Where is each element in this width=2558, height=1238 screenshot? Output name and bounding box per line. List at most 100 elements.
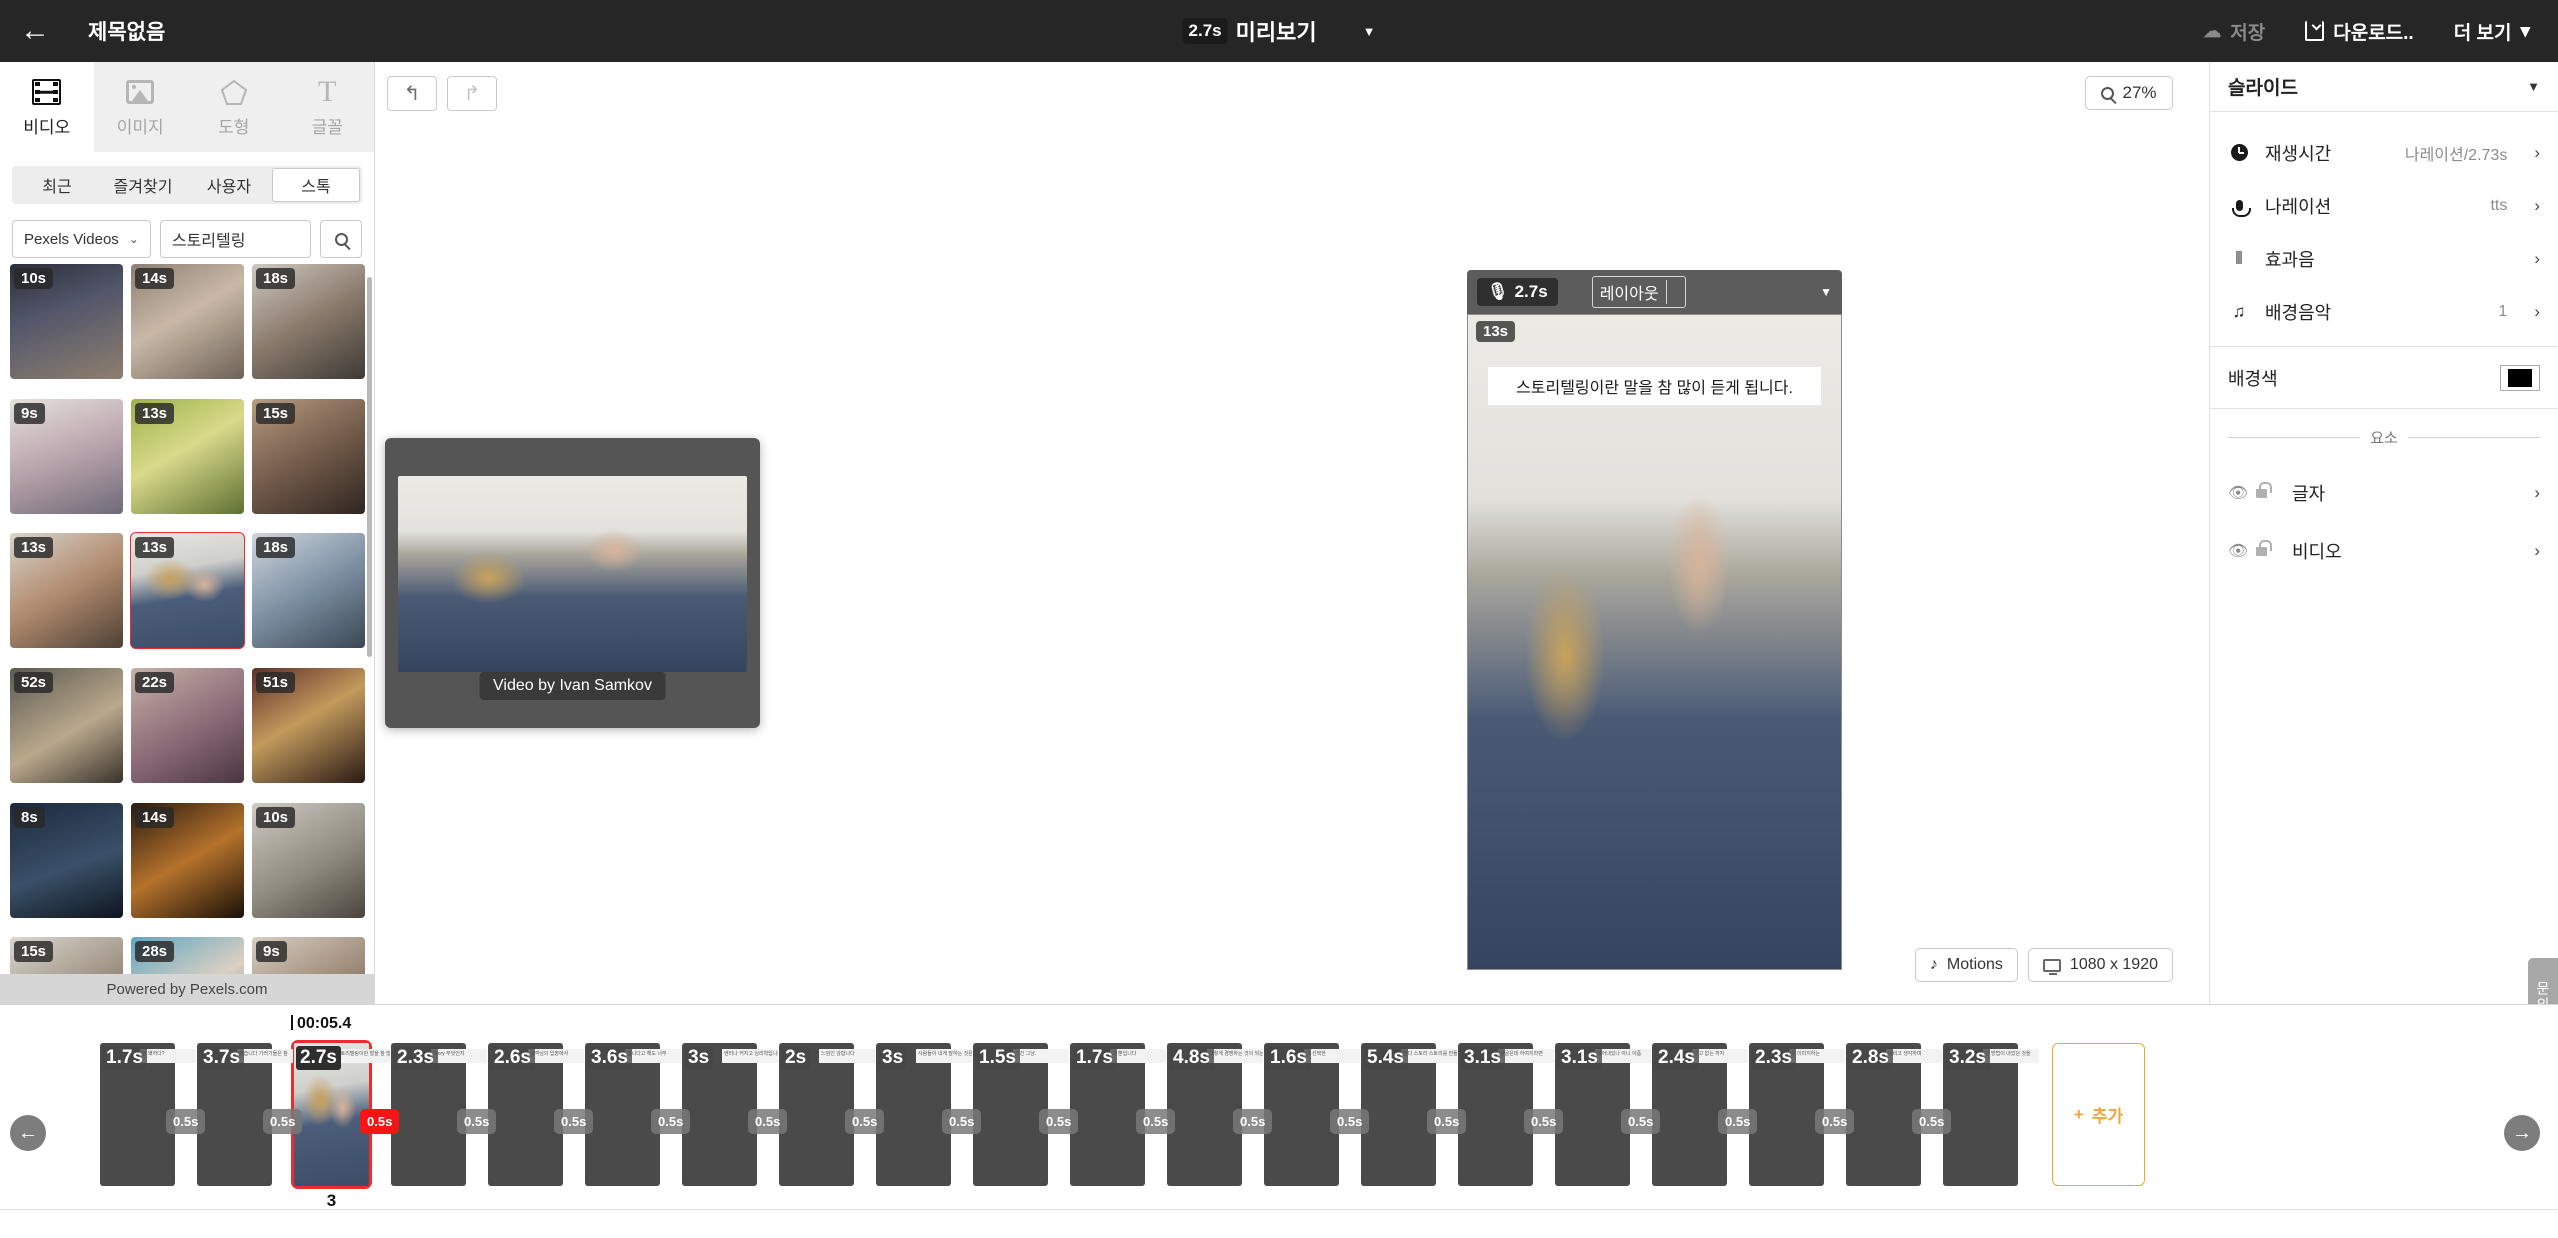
timeline-slide[interactable]: 1.7s 안 왜하다? 0.5s (100, 1043, 206, 1186)
resolution-button[interactable]: 1080 x 1920 (2027, 948, 2173, 982)
subtab-stock[interactable]: 스톡 (272, 168, 360, 202)
slide-transition-gap[interactable]: 0.5s (1233, 1109, 1273, 1134)
tab-text[interactable]: T 글꼴 (280, 62, 374, 152)
timeline-slide[interactable]: 2.6s 고객님의 입장에서 0.5s (488, 1043, 594, 1186)
properties-header[interactable]: 슬라이드 ▼ (2210, 62, 2558, 112)
stock-video-thumbnail[interactable]: 14s (131, 802, 244, 918)
row-background-music[interactable]: ♫ 배경음악 1 › (2210, 285, 2558, 338)
save-button[interactable]: ☁ 저장 (2203, 18, 2265, 45)
timeline-slide[interactable]: 2.7s스토리텔링이란 말을 참 많이 듣게 됩니다. 0.5s 3 (291, 1040, 400, 1210)
stock-video-thumbnail[interactable]: 15s (252, 398, 365, 514)
timeline-slide[interactable]: 5.4s한다 스토리 스토리를 만들었습니다. 0.5s (1361, 1043, 1467, 1186)
timeline-slide[interactable]: 2s 느낌인 강합니다 0.5s (779, 1043, 885, 1186)
slide-transition-gap[interactable]: 0.5s (1427, 1109, 1467, 1134)
timeline-prev-button[interactable]: ← (10, 1115, 46, 1151)
timeline-slide[interactable]: 3.1s 시골은데 하여지라면 0.5s (1458, 1043, 1564, 1186)
timeline-slide[interactable]: 3.6s 입니다고 해도 너무 0.5s (585, 1043, 691, 1186)
slide-transition-gap[interactable]: 0.5s (1330, 1109, 1370, 1134)
slide-transition-gap[interactable]: 0.5s (457, 1109, 497, 1134)
stock-video-thumbnail[interactable]: 18s (252, 264, 365, 379)
video-stage[interactable]: 13s 스토리텔링이란 말을 참 많이 듣게 됩니다. (1467, 314, 1842, 970)
element-text[interactable]: 👁 글자 › (2210, 464, 2558, 522)
slide-transition-gap[interactable]: 0.5s (1039, 1109, 1079, 1134)
timeline-slide[interactable]: 3.7s 했습니다 기러기들은 참 0.5s (197, 1043, 303, 1186)
stock-video-thumbnail[interactable]: 18s (252, 533, 365, 649)
slide-transition-gap[interactable]: 0.5s (845, 1109, 885, 1134)
unlock-icon[interactable] (2256, 481, 2284, 498)
slide-transition-gap[interactable]: 0.5s (1912, 1109, 1952, 1134)
element-video[interactable]: 👁 비디오 › (2210, 522, 2558, 580)
stock-video-thumbnail[interactable]: 9s (10, 398, 123, 514)
zoom-control[interactable]: 27% (2085, 76, 2173, 110)
timeline-slide[interactable]: 4.8s 그렇게 경쟁하는 것이 되는지 0.5s (1167, 1043, 1273, 1186)
stock-video-thumbnail[interactable]: 10s (10, 264, 123, 379)
redo-button[interactable]: ↱ (447, 76, 497, 111)
search-input[interactable]: 스토리텔링 (159, 220, 311, 258)
slide-transition-gap[interactable]: 0.5s (263, 1109, 303, 1134)
slide-transition-gap[interactable]: 0.5s (748, 1109, 788, 1134)
video-hover-preview[interactable]: Video by Ivan Samkov (385, 438, 760, 728)
stock-video-thumbnail[interactable]: 8s (10, 802, 123, 918)
stock-video-thumbnail[interactable]: 14s (131, 264, 244, 379)
background-color-swatch[interactable] (2500, 364, 2540, 391)
subtab-recent[interactable]: 최근 (14, 168, 100, 202)
slide-transition-gap[interactable]: 0.5s (360, 1109, 400, 1134)
stock-video-thumbnail[interactable]: 13s (130, 532, 245, 650)
slide-transition-gap[interactable]: 0.5s (1621, 1109, 1661, 1134)
subtab-favorites[interactable]: 즐겨찾기 (100, 168, 186, 202)
unlock-icon[interactable] (2256, 539, 2284, 556)
subtab-user[interactable]: 사용자 (186, 168, 272, 202)
document-title[interactable]: 제목없음 (88, 16, 165, 46)
timeline-slide[interactable]: 1.6s 그 선택한 0.5s (1264, 1043, 1370, 1186)
stock-video-thumbnail[interactable]: 51s (252, 667, 365, 783)
stage-caption-text[interactable]: 스토리텔링이란 말을 참 많이 듣게 됩니다. (1488, 367, 1821, 405)
asset-panel-scrollbar[interactable] (367, 277, 372, 657)
layout-button[interactable]: 레이아웃 (1591, 276, 1686, 308)
add-slide-button[interactable]: + 추가 (2052, 1043, 2145, 1186)
timeline-slide[interactable]: 3.1s 되어내있나 아니 아픔 0.5s (1555, 1043, 1661, 1186)
eye-icon[interactable]: 👁 (2228, 541, 2256, 561)
timeline-slide[interactable]: 1.7s 그 뿐입니다 0.5s (1070, 1043, 1176, 1186)
slide-transition-gap[interactable]: 0.5s (1524, 1109, 1564, 1134)
preview-label[interactable]: 미리보기 (1236, 15, 1317, 47)
motions-button[interactable]: ♪ Motions (1914, 948, 2018, 982)
tab-shape[interactable]: 도형 (187, 62, 281, 152)
slide-transition-gap[interactable]: 0.5s (1815, 1109, 1855, 1134)
slide-transition-gap[interactable]: 0.5s (1136, 1109, 1176, 1134)
more-button[interactable]: 더 보기 ▾ (2454, 18, 2530, 45)
slide-transition-gap[interactable]: 0.5s (651, 1109, 691, 1134)
chevron-down-icon[interactable]: ▼ (2527, 79, 2540, 94)
timeline-slide[interactable]: 2.4s 가고 없는 까지 0.5s (1652, 1043, 1758, 1186)
row-sound-effect[interactable]: ⦀ 효과음 › (2210, 232, 2558, 285)
stock-video-thumbnail[interactable]: 52s (10, 667, 123, 783)
tab-video[interactable]: 비디오 (0, 62, 94, 152)
timeline-slide[interactable]: 3.2s 안 방법이 내었던 것을 (1943, 1043, 2039, 1186)
timeline-slide[interactable]: 2.3s 모 이미지하는 0.5s (1749, 1043, 1855, 1186)
stock-video-thumbnail[interactable]: 13s (10, 533, 123, 649)
timeline-slide[interactable]: 1.5s 그건 그냥. 0.5s (973, 1043, 1079, 1186)
timeline-next-button[interactable]: → (2504, 1115, 2540, 1151)
timeline-slide[interactable]: 3s 엔터나 커지고 심리학입니다 0.5s (682, 1043, 788, 1186)
undo-button[interactable]: ↰ (387, 76, 437, 111)
slide-transition-gap[interactable]: 0.5s (166, 1109, 206, 1134)
timeline-slide[interactable]: 3s 사람들이 내게 말하는 것은 0.5s (876, 1043, 982, 1186)
timeline-slide[interactable]: 2.8s 내비고 생각하며 0.5s (1846, 1043, 1952, 1186)
chevron-down-icon[interactable]: ▼ (1363, 24, 1376, 39)
search-button[interactable] (320, 220, 362, 258)
download-button[interactable]: 다운로드.. (2305, 18, 2414, 45)
stock-video-thumbnail[interactable]: 22s (131, 667, 244, 783)
preview-control[interactable]: 2.7s 미리보기 ▼ (1182, 0, 1376, 62)
slide-transition-gap[interactable]: 0.5s (1718, 1109, 1758, 1134)
stage-options-caret-icon[interactable]: ▼ (1820, 285, 1832, 299)
tab-image[interactable]: 이미지 (93, 62, 187, 152)
stock-video-thumbnail[interactable]: 10s (252, 802, 365, 918)
eye-icon[interactable]: 👁 (2228, 483, 2256, 503)
stock-video-thumbnail[interactable]: 13s (131, 398, 244, 514)
row-playtime[interactable]: 재생시간 나레이션/2.73s › (2210, 126, 2558, 179)
slide-transition-gap[interactable]: 0.5s (942, 1109, 982, 1134)
timeline-slide[interactable]: 2.3s Story 무엇인지 0.5s (391, 1043, 497, 1186)
row-narration[interactable]: 나레이션 tts › (2210, 179, 2558, 232)
slide-transition-gap[interactable]: 0.5s (554, 1109, 594, 1134)
back-button[interactable]: ← (0, 0, 70, 62)
stock-source-select[interactable]: Pexels Videos ⌄ (12, 220, 151, 258)
